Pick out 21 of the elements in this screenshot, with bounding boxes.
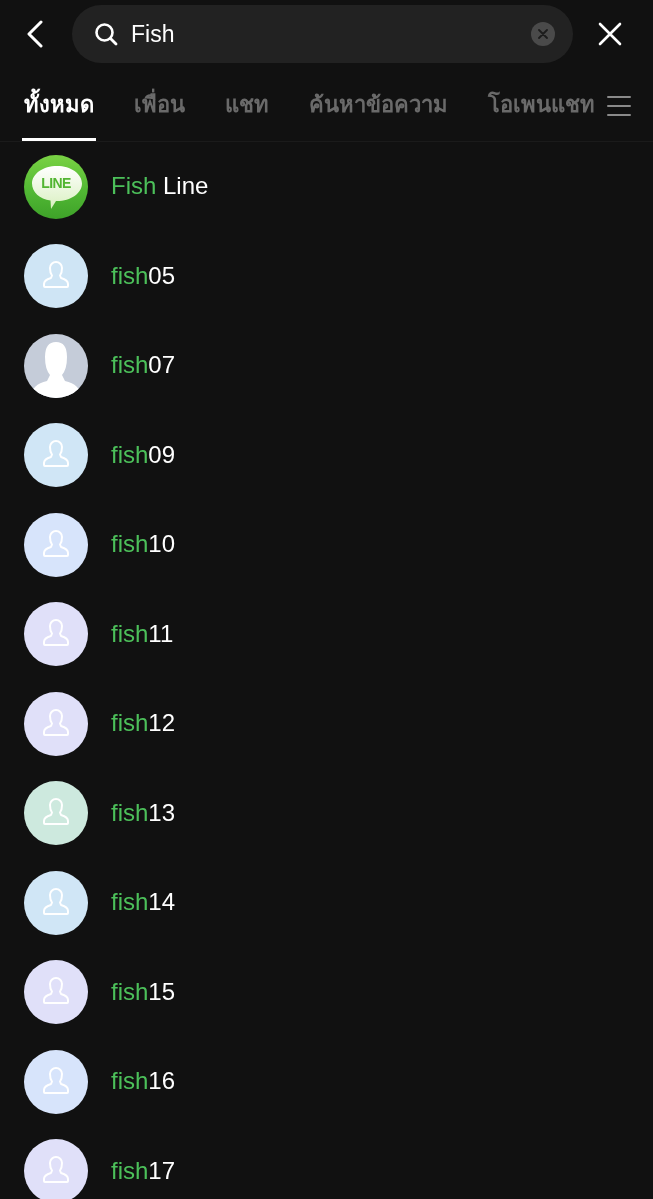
logo-text: LINE <box>41 174 71 191</box>
contact-name[interactable]: fish07 <box>111 351 176 381</box>
contact-name[interactable]: fish13 <box>111 798 176 828</box>
contact-name[interactable]: fish16 <box>111 1067 176 1097</box>
contact-name[interactable]: fish12 <box>111 709 176 739</box>
contact-name[interactable]: fish11 <box>111 619 174 649</box>
contact-name[interactable]: fish05 <box>111 261 176 291</box>
close-icon[interactable] <box>598 22 622 46</box>
contact-name[interactable]: fish09 <box>111 440 176 470</box>
contact-name[interactable]: fish17 <box>111 1156 176 1186</box>
search-icon <box>94 22 118 46</box>
search-field[interactable]: Fish <box>72 5 573 63</box>
speech-bubble-icon <box>32 165 82 209</box>
contact-name[interactable]: fish15 <box>111 977 176 1007</box>
contact-name[interactable]: fish10 <box>111 530 176 560</box>
contact-name[interactable]: fish14 <box>111 888 176 918</box>
contact-name[interactable]: Fish Line <box>111 172 209 202</box>
search-input[interactable]: Fish <box>131 16 518 52</box>
menu-icon[interactable] <box>607 94 631 117</box>
tab[interactable]: ทั้งหมด <box>22 68 96 141</box>
close-icon <box>538 29 548 39</box>
